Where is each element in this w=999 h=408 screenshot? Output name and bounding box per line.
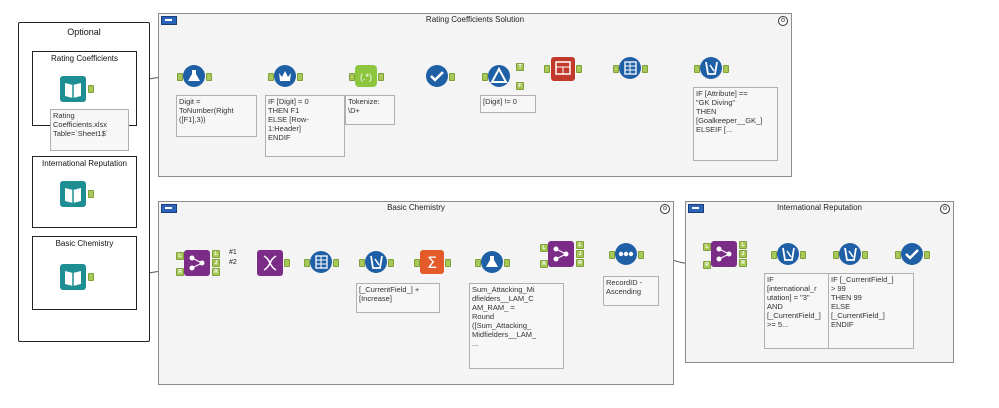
right-input-anchor[interactable]: R [703, 261, 711, 269]
container-title: Rating Coefficients Solution [425, 15, 525, 24]
book-icon[interactable] [60, 76, 86, 102]
book-icon[interactable] [60, 264, 86, 290]
dots-icon[interactable] [615, 243, 637, 265]
output-anchor[interactable] [284, 259, 290, 267]
book-icon[interactable] [60, 181, 86, 207]
annotation-header-formula: IF [Digit] = 0 THEN F1 ELSE [Row- 1:Head… [265, 95, 345, 157]
beaker-icon[interactable] [777, 243, 799, 265]
grid-icon[interactable] [310, 251, 332, 273]
output-anchor[interactable] [504, 259, 510, 267]
grid-icon[interactable] [619, 57, 641, 79]
beaker-icon[interactable] [700, 57, 722, 79]
beaker-icon[interactable] [839, 243, 861, 265]
wire-label: #2 [229, 259, 237, 266]
right-input-anchor[interactable]: R [176, 268, 184, 276]
dna-icon[interactable] [257, 250, 283, 276]
output-anchor[interactable] [800, 251, 806, 259]
svg-text:Σ: Σ [427, 253, 437, 272]
input-title: International Reputation [42, 159, 127, 168]
annotation-rating-input: Rating Coefficients.xlsx Table=`Sheet1$` [50, 109, 129, 151]
output-anchor[interactable] [862, 251, 868, 259]
join-output-right[interactable]: R [576, 259, 584, 267]
true-anchor[interactable]: T [516, 63, 524, 71]
checkmark-icon[interactable] [901, 243, 923, 265]
regex-icon[interactable]: (.*) [355, 65, 377, 87]
output-anchor[interactable] [642, 65, 648, 73]
annotation-rep-formula-1: IF [international_r utation] = "3" AND [… [764, 273, 834, 349]
join-output-join[interactable]: J [739, 250, 747, 258]
beaker-icon[interactable] [365, 251, 387, 273]
join-icon[interactable] [548, 241, 574, 267]
join-output-right[interactable]: R [212, 268, 220, 276]
left-input-anchor[interactable]: L [703, 243, 711, 251]
output-anchor[interactable] [88, 85, 94, 93]
join-output-left[interactable]: L [576, 241, 584, 249]
triangle-icon[interactable] [488, 65, 510, 87]
join-icon[interactable] [711, 241, 737, 267]
output-anchor[interactable] [388, 259, 394, 267]
collapse-icon[interactable]: ⊙ [778, 16, 788, 26]
annotation-rep-formula-2: IF [_CurrentField_] > 99 THEN 99 ELSE [_… [828, 273, 914, 349]
left-input-anchor[interactable]: L [540, 244, 548, 252]
output-anchor[interactable] [88, 273, 94, 281]
annotation-sum-formula: Sum_Attacking_Mi dfielders__LAM_C AM_RAM… [469, 283, 564, 369]
output-anchor[interactable] [445, 259, 451, 267]
crown-icon[interactable] [274, 65, 296, 87]
table-icon[interactable] [551, 57, 575, 81]
output-anchor[interactable] [333, 259, 339, 267]
svg-text:(.*): (.*) [360, 72, 372, 82]
false-anchor[interactable]: F [516, 82, 524, 90]
join-output-left[interactable]: L [739, 241, 747, 249]
join-output-join[interactable]: J [576, 250, 584, 258]
input-title: Rating Coefficients [51, 54, 118, 63]
annotation-digit-formula: Digit = ToNumber(Right ([F1],3)) [176, 95, 257, 137]
input-anchor[interactable] [544, 65, 550, 73]
sigma-icon[interactable]: Σ [420, 250, 444, 274]
output-anchor[interactable] [576, 65, 582, 73]
optional-title: Optional [67, 27, 101, 37]
input-title: Basic Chemistry [55, 239, 114, 248]
output-anchor[interactable] [449, 73, 455, 81]
output-anchor[interactable] [88, 190, 94, 198]
checkmark-icon[interactable] [426, 65, 448, 87]
output-anchor[interactable] [638, 251, 644, 259]
annotation-sort: RecordID - Ascending [603, 276, 659, 306]
collapse-icon[interactable]: ⊙ [940, 204, 950, 214]
annotation-attribute-formula: IF [Attribute] == "GK Diving" THEN [Goal… [693, 87, 778, 161]
join-output-left[interactable]: L [212, 250, 220, 258]
container-title: International Reputation [777, 203, 862, 212]
left-input-anchor[interactable]: L [176, 252, 184, 260]
flask-icon[interactable] [481, 251, 503, 273]
right-input-anchor[interactable]: R [540, 260, 548, 268]
output-anchor[interactable] [378, 73, 384, 81]
annotation-tokenize: Tokenize: \D+ [345, 95, 395, 125]
join-output-right[interactable]: R [739, 259, 747, 267]
annotation-increase-formula: [_CurrentField_] + [Increase] [356, 283, 440, 313]
output-anchor[interactable] [723, 65, 729, 73]
join-icon[interactable] [184, 250, 210, 276]
container-title: Basic Chemistry [387, 203, 445, 212]
output-anchor[interactable] [206, 73, 212, 81]
wire-label: #1 [229, 249, 237, 256]
annotation-digit-filter: [Digit] != 0 [480, 95, 536, 113]
output-anchor[interactable] [924, 251, 930, 259]
output-anchor[interactable] [297, 73, 303, 81]
collapse-icon[interactable]: ⊙ [660, 204, 670, 214]
join-output-join[interactable]: J [212, 259, 220, 267]
flask-icon[interactable] [183, 65, 205, 87]
